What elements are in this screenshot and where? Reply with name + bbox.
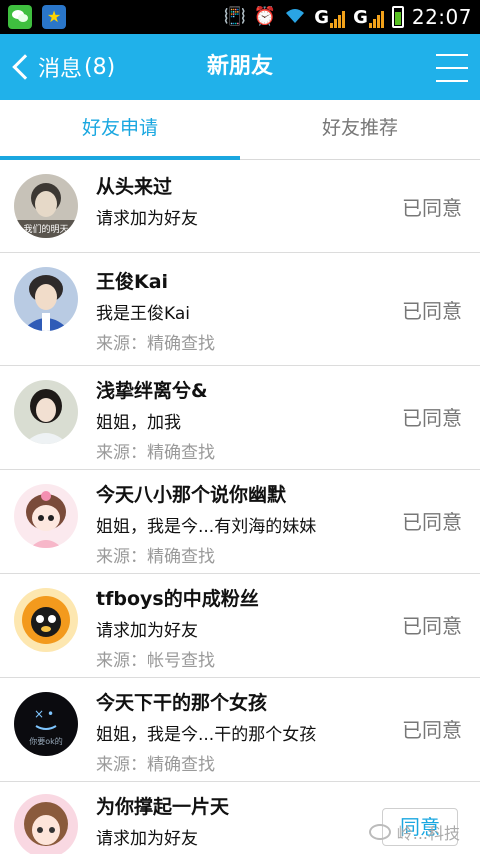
unread-count: (8)	[84, 54, 116, 80]
request-name: tfboys的中成粉丝	[96, 588, 259, 610]
request-message: 姐姐，我是今...干的那个女孩	[96, 725, 317, 745]
tab-bar: 好友申请 好友推荐	[0, 100, 480, 160]
wifi-icon	[284, 6, 306, 28]
star-app-icon: ★	[42, 5, 66, 29]
request-source: 来源：精确查找	[96, 443, 215, 463]
request-message: 请求加为好友	[96, 209, 198, 229]
signal-2-icon: G	[353, 7, 384, 28]
request-name: 为你撑起一片天	[96, 796, 230, 818]
vibrate-icon: 📳	[223, 6, 246, 27]
request-source: 来源：帐号查找	[96, 651, 215, 671]
avatar	[14, 794, 78, 854]
svg-text:×: ×	[34, 707, 44, 721]
list-item[interactable]: tfboys的中成粉丝 请求加为好友 来源：帐号查找 已同意	[0, 574, 480, 678]
request-source: 来源：精确查找	[96, 334, 215, 354]
request-message: 请求加为好友	[96, 621, 198, 641]
clock: 22:07	[411, 5, 472, 29]
request-message: 姐姐，加我	[96, 413, 181, 433]
tab-friend-requests[interactable]: 好友申请	[0, 100, 240, 160]
request-message: 姐姐，我是今...有刘海的妹妹	[96, 517, 317, 537]
avatar	[14, 267, 78, 331]
request-name: 今天八小那个说你幽默	[96, 484, 287, 506]
title-bar: 消息 (8) 新朋友	[0, 34, 480, 100]
request-status: 已同意	[402, 196, 462, 220]
friend-request-list: 我们的明天 从头来过 请求加为好友 已同意 王俊Kai 我是王俊Kai 来源：精…	[0, 160, 480, 854]
request-name: 王俊Kai	[96, 271, 169, 293]
watermark-text: 岭...科技	[396, 824, 460, 843]
request-name: 今天下干的那个女孩	[96, 692, 268, 714]
request-status: 已同意	[402, 718, 462, 742]
request-message: 我是王俊Kai	[96, 304, 190, 324]
avatar-caption: 我们的明天	[23, 223, 68, 235]
request-message: 请求加为好友	[96, 829, 198, 849]
request-source: 来源：精确查找	[96, 547, 215, 567]
back-label: 消息	[38, 57, 83, 82]
menu-button[interactable]	[436, 54, 468, 82]
back-button[interactable]: 消息 (8)	[8, 34, 115, 100]
list-item[interactable]: × • 你要ok的 今天下干的那个女孩 姐姐，我是今...干的那个女孩 来源：精…	[0, 678, 480, 782]
list-item[interactable]: 王俊Kai 我是王俊Kai 来源：精确查找 已同意	[0, 253, 480, 366]
request-status: 已同意	[402, 614, 462, 638]
request-name: 浅挚绊离兮&	[96, 380, 208, 402]
avatar: 我们的明天	[14, 174, 78, 238]
status-bar: ★ 📳 ⏰ G G 22:07	[0, 0, 480, 34]
system-status: 📳 ⏰ G G 22:07	[223, 0, 472, 34]
request-name: 从头来过	[96, 176, 173, 198]
wechat-logo-icon	[368, 824, 391, 840]
avatar-caption: 你要ok的	[29, 736, 63, 746]
svg-text:•: •	[47, 707, 54, 721]
request-source: 来源：精确查找	[96, 755, 215, 775]
wechat-notification-icon	[8, 5, 32, 29]
avatar	[14, 484, 78, 548]
avatar	[14, 380, 78, 444]
list-item[interactable]: 今天八小那个说你幽默 姐姐，我是今...有刘海的妹妹 来源：精确查找 已同意	[0, 470, 480, 574]
notification-icons: ★	[8, 5, 66, 29]
avatar: × • 你要ok的	[14, 692, 78, 756]
alarm-icon: ⏰	[253, 6, 277, 27]
request-status: 已同意	[402, 510, 462, 534]
battery-icon	[391, 6, 404, 28]
signal-1-icon: G	[314, 7, 346, 28]
request-status: 已同意	[402, 406, 462, 430]
list-item[interactable]: 浅挚绊离兮& 姐姐，加我 来源：精确查找 已同意	[0, 366, 480, 470]
chevron-left-icon	[12, 54, 38, 80]
request-status: 已同意	[402, 299, 462, 323]
menu-icon	[436, 54, 468, 56]
avatar	[14, 588, 78, 652]
list-item[interactable]: 我们的明天 从头来过 请求加为好友 已同意	[0, 160, 480, 253]
tab-friend-recommendations[interactable]: 好友推荐	[240, 100, 480, 159]
watermark: 岭...科技	[368, 820, 460, 844]
